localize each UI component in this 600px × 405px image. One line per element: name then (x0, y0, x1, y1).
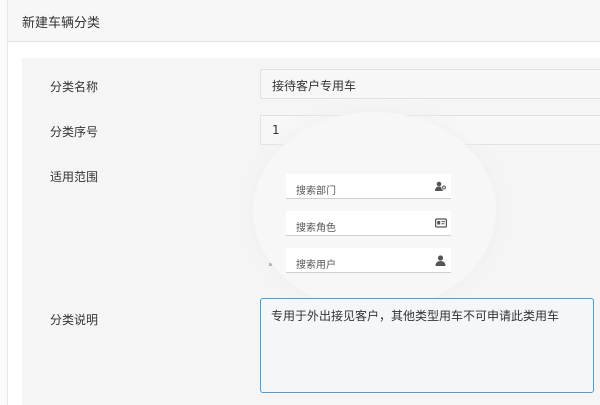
window-left-border (0, 0, 8, 405)
category-name-label: 分类名称 (50, 80, 99, 94)
search-role-placeholder: 搜索角色 (296, 223, 336, 234)
category-description-label: 分类说明 (50, 313, 99, 327)
search-department-field[interactable]: 搜索部门 (286, 174, 451, 199)
search-department-placeholder: 搜索部门 (296, 186, 336, 197)
category-description-textarea[interactable]: 专用于外出接见客户，其他类型用车不可申请此类用车 (260, 298, 594, 393)
user-icon[interactable] (435, 255, 447, 266)
page-header: 新建车辆分类 (8, 0, 600, 42)
search-role-field[interactable]: 搜索角色 (286, 211, 451, 236)
category-name-input[interactable]: 接待客户专用车 (260, 69, 600, 99)
applicable-scope-label: 适用范围 (50, 170, 99, 184)
page-title: 新建车辆分类 (22, 16, 101, 31)
search-user-placeholder: 搜索用户 (296, 260, 336, 271)
category-order-label: 分类序号 (50, 125, 99, 139)
role-card-icon[interactable] (435, 218, 448, 229)
search-user-field[interactable]: 搜索用户 (286, 248, 451, 273)
department-icon[interactable] (435, 181, 447, 192)
